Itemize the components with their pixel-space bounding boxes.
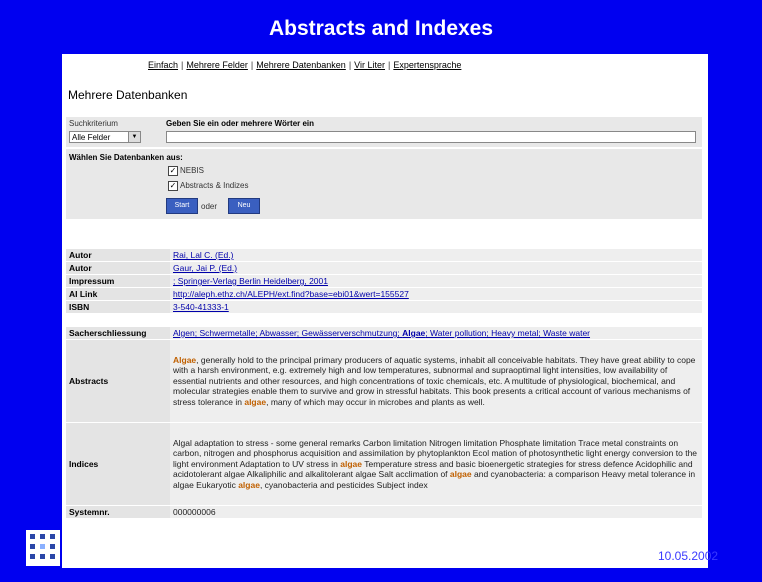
row-key: Indices [66, 423, 170, 505]
table-row: Indices Algal adaptation to stress - som… [66, 423, 702, 505]
row-value: ; Springer-Verlag Berlin Heidelberg, 200… [170, 275, 702, 287]
slide-title: Abstracts and Indexes [268, 17, 494, 40]
author-link[interactable]: Rai, Lal C. (Ed.) [173, 250, 233, 260]
row-key: Abstracts [66, 340, 170, 422]
table-row: Abstracts Algae, generally hold to the p… [66, 340, 702, 422]
table-row: Autor Rai, Lal C. (Ed.) [66, 249, 702, 261]
highlight: algae [244, 396, 267, 407]
row-key: Impressum [66, 275, 170, 287]
highlight: Algae [173, 354, 197, 365]
subject-link[interactable]: Algen; Schwermetalle; Abwasser; Gewässer… [173, 328, 402, 338]
abstract-text: , many of which may occur in microbes an… [266, 396, 485, 407]
impressum-link[interactable]: ; Springer-Verlag Berlin Heidelberg, 200… [173, 276, 328, 286]
highlight: algae [238, 479, 260, 490]
table-row: ISBN 3-540-41333-1 [66, 301, 702, 313]
indices-text: , cyanobacteria and pesticides Subject i… [259, 479, 428, 490]
search-input[interactable] [166, 131, 696, 143]
search-mode-nav: Einfach | Mehrere Felder | Mehrere Datenbank… [148, 60, 461, 70]
field-select-value: Alle Felder [72, 133, 111, 142]
abstract-value: Algae, generally hold to the principal p… [170, 340, 702, 422]
nav-expertensprache[interactable]: Expertensprache [393, 60, 461, 70]
checkbox-abstracts[interactable]: ✓ [168, 181, 178, 191]
checkbox-nebis[interactable]: ✓ [168, 166, 178, 176]
table-row: AI Link http://aleph.ethz.ch/ALEPH/ext.f… [66, 288, 702, 300]
database-panel: Wählen Sie Datenbanken aus: ✓ NEBIS ✓ Ab… [66, 149, 702, 219]
field-label: Suchkriterium [69, 119, 118, 128]
field-select[interactable]: Alle Felder ▼ [69, 131, 141, 143]
or-text: oder [201, 202, 218, 211]
row-value: 3-540-41333-1 [170, 301, 702, 313]
start-button[interactable]: Start [166, 198, 198, 214]
row-key: Sacherschliessung [66, 327, 170, 339]
table-row: Sacherschliessung Algen; Schwermetalle; … [66, 327, 702, 339]
db-name-nebis: NEBIS [180, 166, 205, 175]
highlight: algae [340, 458, 363, 469]
row-value: http://aleph.ethz.ch/ALEPH/ext.find?base… [170, 288, 702, 300]
row-value: Gaur, Jai P. (Ed.) [170, 262, 702, 274]
sysno-value: 000000006 [170, 506, 702, 518]
chevron-down-icon: ▼ [128, 132, 140, 142]
words-label: Geben Sie ein oder mehrere Wörter ein [166, 119, 315, 128]
row-key: ISBN [66, 301, 170, 313]
row-key: AI Link [66, 288, 170, 300]
nav-einfach[interactable]: Einfach [148, 60, 178, 70]
highlight: algae [449, 469, 472, 480]
table-row: Autor Gaur, Jai P. (Ed.) [66, 262, 702, 274]
page-title: Mehrere Datenbanken [68, 88, 188, 102]
nav-separator: | [250, 60, 254, 70]
db-label: Wählen Sie Datenbanken aus: [69, 153, 183, 162]
nav-mehrere-felder[interactable]: Mehrere Felder [186, 60, 248, 70]
subject-value: Algen; Schwermetalle; Abwasser; Gewässer… [170, 327, 702, 339]
nav-mehrere-datenbanken[interactable]: Mehrere Datenbanken [256, 60, 346, 70]
spacer-row [66, 314, 702, 326]
table-row: Systemnr. 000000006 [66, 506, 702, 518]
db-name-abstracts: Abstracts & Indizes [180, 181, 249, 190]
author-link[interactable]: Gaur, Jai P. (Ed.) [173, 263, 237, 273]
subject-link[interactable]: ; Water pollution; Heavy metal; Waste wa… [425, 328, 590, 338]
row-key: Autor [66, 262, 170, 274]
row-key: Systemnr. [66, 506, 170, 518]
row-key: Autor [66, 249, 170, 261]
table-row: Impressum ; Springer-Verlag Berlin Heide… [66, 275, 702, 287]
ai-link[interactable]: http://aleph.ethz.ch/ALEPH/ext.find?base… [173, 289, 409, 299]
nav-separator: | [348, 60, 352, 70]
new-button[interactable]: Neu [228, 198, 260, 214]
eth-logo-icon [26, 530, 60, 566]
browser-screenshot: Einfach | Mehrere Felder | Mehrere Datenbank… [62, 54, 708, 568]
indices-value: Algal adaptation to stress - some genera… [170, 423, 702, 505]
nav-vir-liter[interactable]: Vir Liter [354, 60, 385, 70]
subject-link-highlight[interactable]: Algae [402, 328, 425, 338]
isbn-link[interactable]: 3-540-41333-1 [173, 302, 229, 312]
record-table: Autor Rai, Lal C. (Ed.) Autor Gaur, Jai … [66, 248, 702, 519]
search-panel: Suchkriterium Alle Felder ▼ Geben Sie ei… [66, 117, 702, 147]
slide-date: 10.05.2002 [658, 549, 719, 563]
row-value: Rai, Lal C. (Ed.) [170, 249, 702, 261]
